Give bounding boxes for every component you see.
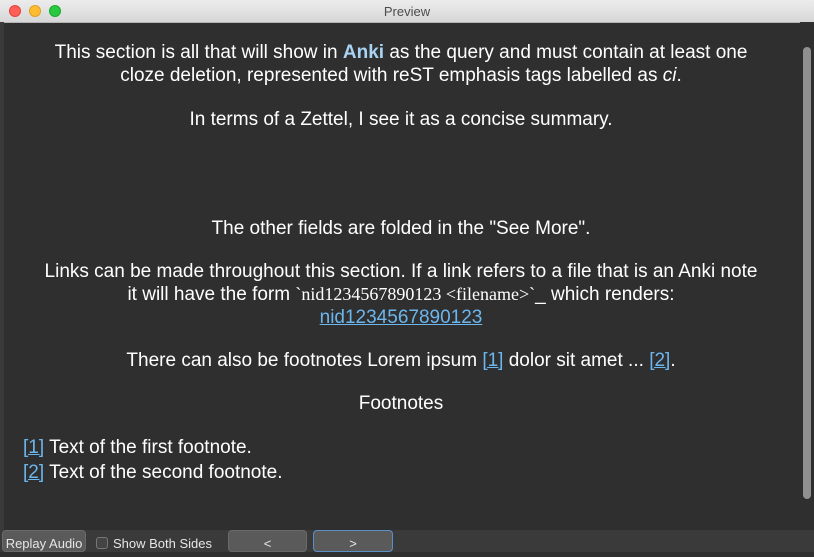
bottom-toolbar: Replay Audio Show Both Sides < >: [0, 530, 814, 552]
replay-audio-button[interactable]: Replay Audio: [2, 530, 86, 552]
footnote-item: [2] Text of the second footnote.: [23, 462, 283, 483]
paragraph-query: This section is all that will show in An…: [54, 42, 748, 86]
note-link[interactable]: nid1234567890123: [320, 307, 483, 328]
scrollbar-thumb[interactable]: [803, 47, 811, 499]
ci-term: ci: [662, 65, 677, 86]
paragraph-links: Links can be made throughout this sectio…: [44, 261, 758, 328]
link-syntax-code: `nid1234567890123 <filename>`: [295, 284, 536, 304]
footnote-ref-1[interactable]: [1]: [482, 350, 503, 371]
window-titlebar: Preview: [0, 0, 814, 23]
window-title: Preview: [383, 4, 431, 19]
footnote-item: [1] Text of the first footnote.: [23, 437, 252, 458]
paragraph-zettel: In terms of a Zettel, I see it as a conc…: [189, 109, 613, 130]
show-both-sides-checkbox[interactable]: [96, 537, 108, 549]
anki-term: Anki: [342, 42, 385, 63]
footnotes-heading: Footnotes: [358, 393, 444, 414]
next-button[interactable]: >: [313, 530, 393, 552]
footnote-backlink-1[interactable]: [1]: [23, 437, 44, 458]
preview-content: This section is all that will show in An…: [4, 22, 798, 530]
previous-button[interactable]: <: [228, 530, 307, 552]
footnote-ref-2[interactable]: [2]: [649, 350, 670, 371]
paragraph-footnote-refs: There can also be footnotes Lorem ipsum …: [126, 350, 676, 371]
footnote-backlink-2[interactable]: [2]: [23, 462, 44, 483]
paragraph-see-more: The other fields are folded in the "See …: [211, 218, 591, 239]
show-both-sides-label[interactable]: Show Both Sides: [113, 536, 212, 551]
